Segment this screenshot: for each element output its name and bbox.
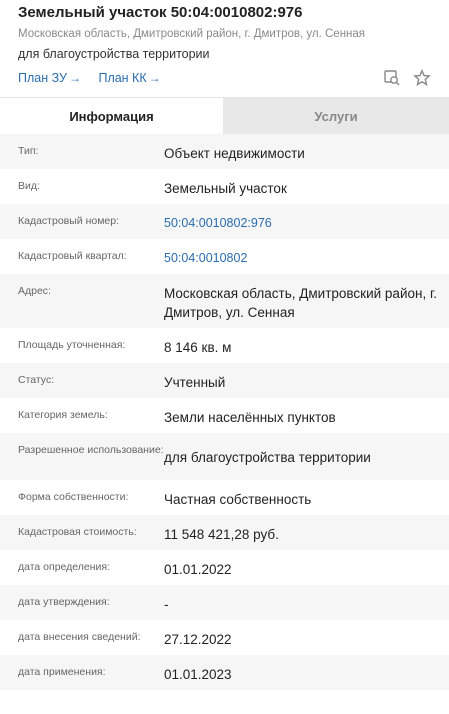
- label-cadastral-value: Кадастровая стоимость:: [18, 526, 137, 538]
- tab-bar: Информация Услуги: [0, 97, 449, 134]
- cadastral-quarter-link[interactable]: 50:04:0010802: [164, 249, 439, 274]
- info-table: Тип: Объект недвижимости Вид: Земельный …: [0, 134, 449, 690]
- label-status: Статус:: [18, 374, 55, 386]
- value-permitted-use: для благоустройства территории: [164, 450, 371, 465]
- plan-kk-label: План КК: [98, 71, 147, 85]
- row-land-category: Категория земель: Земли населённых пункт…: [0, 398, 449, 433]
- row-address: Адрес: Московская область, Дмитровский р…: [0, 274, 449, 328]
- value-approval-date: -: [164, 597, 169, 612]
- label-determination-date: дата определения:: [18, 561, 111, 573]
- row-entry-date: дата внесения сведений: 27.12.2022: [0, 620, 449, 655]
- label-cadastral-quarter: Кадастровый квартал:: [18, 250, 127, 262]
- star-icon[interactable]: [413, 69, 431, 87]
- page-title: Земельный участок 50:04:0010802:976: [18, 4, 303, 21]
- label-ownership-form: Форма собственности:: [18, 491, 129, 503]
- arrow-right-icon: →: [148, 71, 161, 85]
- row-permitted-use: Разрешенное использование: для благоустр…: [0, 433, 449, 480]
- label-permitted-use: Разрешенное использование:: [18, 444, 164, 456]
- purpose-subtitle: для благоустройства территории: [18, 47, 210, 61]
- value-ownership-form: Частная собственность: [164, 492, 312, 507]
- row-cadastral-quarter: Кадастровый квартал: 50:04:0010802: [0, 239, 449, 274]
- row-application-date: дата применения: 01.01.2023: [0, 655, 449, 690]
- value-cadastral-value: 11 548 421,28 руб.: [164, 527, 279, 542]
- row-type: Тип: Объект недвижимости: [0, 134, 449, 169]
- address-subtitle: Московская область, Дмитровский район, г…: [18, 28, 366, 40]
- label-area: Площадь уточненная:: [18, 339, 126, 351]
- label-kind: Вид:: [18, 180, 40, 192]
- value-determination-date: 01.01.2022: [164, 562, 232, 577]
- row-approval-date: дата утверждения: -: [0, 585, 449, 620]
- label-type: Тип:: [18, 145, 39, 157]
- value-type: Объект недвижимости: [164, 146, 305, 161]
- value-entry-date: 27.12.2022: [164, 632, 232, 647]
- plan-zu-label: План ЗУ: [18, 71, 67, 85]
- label-approval-date: дата утверждения:: [18, 596, 110, 608]
- value-land-category: Земли населённых пунктов: [164, 410, 336, 425]
- value-kind: Земельный участок: [164, 181, 287, 196]
- row-ownership-form: Форма собственности: Частная собственнос…: [0, 480, 449, 515]
- search-map-icon[interactable]: [383, 69, 401, 87]
- plan-links: План ЗУ → План КК →: [18, 71, 175, 85]
- row-area: Площадь уточненная: 8 146 кв. м: [0, 328, 449, 363]
- arrow-right-icon: →: [68, 71, 81, 85]
- plan-kk-link[interactable]: План КК →: [98, 71, 160, 85]
- tab-information[interactable]: Информация: [0, 98, 223, 134]
- label-land-category: Категория земель:: [18, 409, 108, 421]
- label-entry-date: дата внесения сведений:: [18, 631, 141, 643]
- row-determination-date: дата определения: 01.01.2022: [0, 550, 449, 585]
- row-kind: Вид: Земельный участок: [0, 169, 449, 204]
- label-cadastral-number: Кадастровый номер:: [18, 215, 120, 227]
- row-cadastral-number: Кадастровый номер: 50:04:0010802:976: [0, 204, 449, 239]
- plan-zu-link[interactable]: План ЗУ →: [18, 71, 81, 85]
- row-status: Статус: Учтенный: [0, 363, 449, 398]
- label-address: Адрес:: [18, 285, 51, 297]
- row-cadastral-value: Кадастровая стоимость: 11 548 421,28 руб…: [0, 515, 449, 550]
- cadastral-number-link[interactable]: 50:04:0010802:976: [164, 214, 439, 239]
- tab-services[interactable]: Услуги: [223, 98, 449, 134]
- value-application-date: 01.01.2023: [164, 667, 232, 682]
- value-area: 8 146 кв. м: [164, 340, 232, 355]
- label-application-date: дата применения:: [18, 666, 106, 678]
- header: Земельный участок 50:04:0010802:976 Моск…: [0, 0, 449, 97]
- value-status: Учтенный: [164, 375, 226, 390]
- header-icons: [383, 69, 431, 87]
- value-address: Московская область, Дмитровский район, г…: [164, 286, 437, 320]
